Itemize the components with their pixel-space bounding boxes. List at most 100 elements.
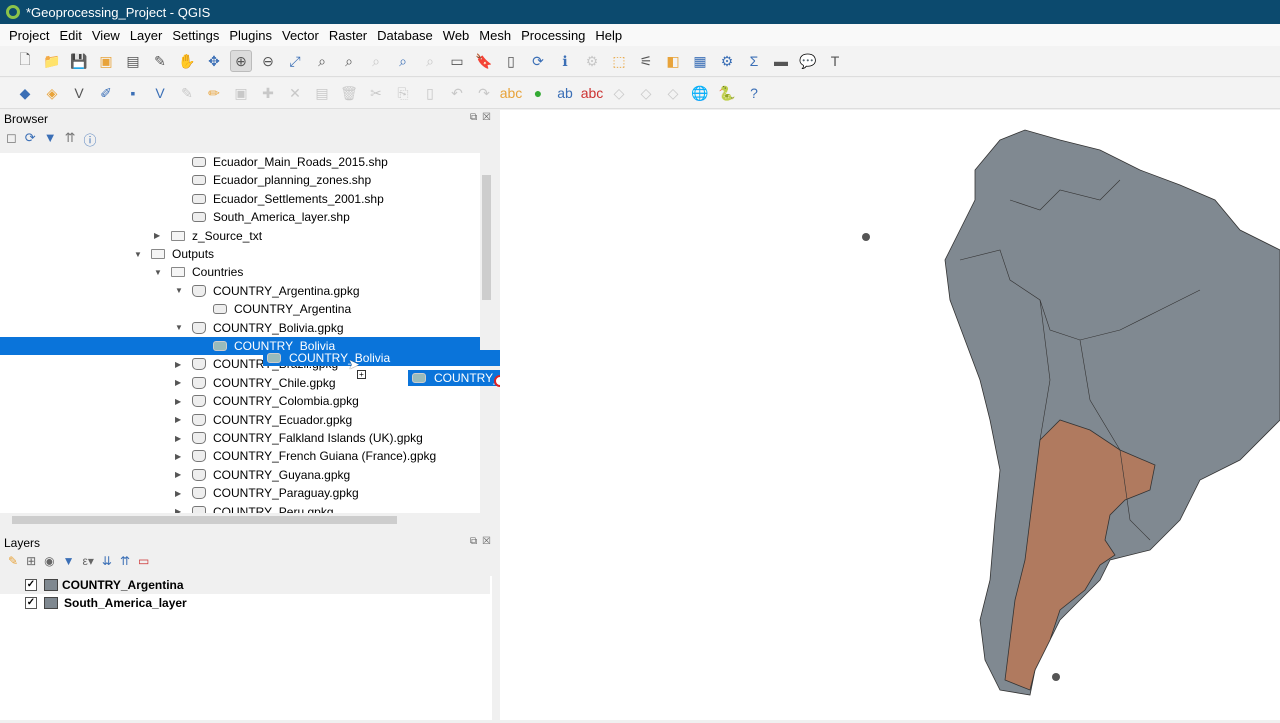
show-bookmarks-icon[interactable]: ▯ bbox=[500, 50, 522, 72]
expand-arrow-icon[interactable]: ▶ bbox=[175, 397, 181, 406]
remove-layer-icon[interactable]: ▭ bbox=[138, 554, 149, 568]
new-map-view-icon[interactable]: ▭ bbox=[446, 50, 468, 72]
browser-tree-item[interactable]: ▼ Countries bbox=[0, 263, 480, 281]
show-hide-labels-icon[interactable]: abc bbox=[581, 82, 604, 104]
manage-map-themes-icon[interactable]: ◉ bbox=[44, 554, 54, 568]
menu-vector[interactable]: Vector bbox=[277, 28, 324, 43]
new-print-layout-icon[interactable]: ▣ bbox=[95, 50, 117, 72]
new-virtual-layer-icon[interactable]: V bbox=[149, 82, 171, 104]
zoom-to-layer-icon[interactable]: ⌕ bbox=[338, 50, 360, 72]
collapse-arrow-icon[interactable]: ▼ bbox=[154, 268, 162, 277]
map-tips-icon[interactable]: 💬 bbox=[797, 50, 819, 72]
browser-tree-item[interactable]: ▶ COUNTRY_Ecuador.gpkg bbox=[0, 411, 480, 429]
cut-features-icon[interactable]: ✂ bbox=[365, 82, 387, 104]
float-panel-icon[interactable]: ⧉ bbox=[470, 112, 477, 123]
add-group-icon[interactable]: ⊞ bbox=[26, 554, 36, 568]
browser-tree-item[interactable]: ▶ COUNTRY_Peru.gpkg bbox=[0, 503, 480, 513]
open-layer-styling-icon[interactable]: ✎ bbox=[8, 554, 18, 568]
add-feature-icon[interactable]: ✚ bbox=[257, 82, 279, 104]
browser-tree-item[interactable]: ▶ z_Source_txt bbox=[0, 227, 480, 245]
move-label-icon[interactable]: ◇ bbox=[608, 82, 630, 104]
filter-icon[interactable]: ▼ bbox=[44, 130, 57, 149]
select-by-value-icon[interactable]: ⚟ bbox=[635, 50, 657, 72]
browser-vertical-scrollbar[interactable] bbox=[480, 153, 493, 513]
close-panel-icon[interactable]: ☒ bbox=[482, 536, 491, 547]
browser-tree-item[interactable]: Ecuador_planning_zones.shp bbox=[0, 171, 480, 189]
filter-by-expression-icon[interactable]: ε▾ bbox=[83, 554, 94, 568]
menu-help[interactable]: Help bbox=[590, 28, 627, 43]
menu-database[interactable]: Database bbox=[372, 28, 438, 43]
zoom-to-selection-icon[interactable]: ⌕ bbox=[311, 50, 333, 72]
attribute-table-icon[interactable]: ▦ bbox=[689, 50, 711, 72]
new-temporary-layer-icon[interactable]: ▪ bbox=[122, 82, 144, 104]
zoom-last-icon[interactable]: ⌕ bbox=[392, 50, 414, 72]
collapse-arrow-icon[interactable]: ▼ bbox=[134, 250, 142, 259]
collapse-all-icon[interactable]: ⇈ bbox=[65, 130, 76, 149]
zoom-out-icon[interactable]: ⊖ bbox=[257, 50, 279, 72]
menu-mesh[interactable]: Mesh bbox=[474, 28, 516, 43]
collapse-arrow-icon[interactable]: ▼ bbox=[175, 323, 183, 332]
float-panel-icon[interactable]: ⧉ bbox=[470, 536, 477, 547]
zoom-in-icon[interactable]: ⊕ bbox=[230, 50, 252, 72]
redo-icon[interactable]: ↷ bbox=[473, 82, 495, 104]
toggle-editing-icon[interactable]: ✏ bbox=[203, 82, 225, 104]
modify-attributes-icon[interactable]: ▤ bbox=[311, 82, 333, 104]
new-geopackage-layer-icon[interactable]: ◈ bbox=[41, 82, 63, 104]
collapse-all-icon[interactable]: ⇈ bbox=[120, 554, 130, 568]
rotate-label-icon[interactable]: ◇ bbox=[635, 82, 657, 104]
menu-plugins[interactable]: Plugins bbox=[224, 28, 277, 43]
browser-tree-item[interactable]: ▼ Outputs bbox=[0, 245, 480, 263]
expand-arrow-icon[interactable]: ▶ bbox=[154, 231, 160, 240]
new-bookmark-icon[interactable]: 🔖 bbox=[473, 50, 495, 72]
diagram-tool-icon[interactable]: ● bbox=[527, 82, 549, 104]
toolbox-icon[interactable]: ⚙ bbox=[716, 50, 738, 72]
new-project-icon[interactable]: 🗋 bbox=[14, 50, 36, 72]
delete-selected-icon[interactable]: 🗑 bbox=[338, 82, 360, 104]
browser-tree-item[interactable]: ▼ COUNTRY_Argentina.gpkg bbox=[0, 282, 480, 300]
zoom-native-icon[interactable]: ⌕ bbox=[365, 50, 387, 72]
layer-visibility-checkbox[interactable]: ✓ bbox=[25, 579, 37, 591]
menu-processing[interactable]: Processing bbox=[516, 28, 590, 43]
browser-tree-item[interactable]: ▶ COUNTRY_Guyana.gpkg bbox=[0, 466, 480, 484]
browser-tree-item[interactable]: ▶ COUNTRY_Colombia.gpkg bbox=[0, 392, 480, 410]
help-icon[interactable]: ? bbox=[743, 82, 765, 104]
plugin-globe-icon[interactable]: 🌐 bbox=[689, 82, 711, 104]
action-icon[interactable]: ⚙ bbox=[581, 50, 603, 72]
browser-tree-item[interactable]: Ecuador_Settlements_2001.shp bbox=[0, 190, 480, 208]
current-edits-icon[interactable]: ✎ bbox=[176, 82, 198, 104]
paste-features-icon[interactable]: ▯ bbox=[419, 82, 441, 104]
browser-tree-item[interactable]: ▶ COUNTRY_French Guiana (France).gpkg bbox=[0, 447, 480, 465]
browser-tree-item[interactable]: ▶ COUNTRY_Paraguay.gpkg bbox=[0, 484, 480, 502]
menu-project[interactable]: Project bbox=[4, 28, 54, 43]
style-manager-icon[interactable]: ✎ bbox=[149, 50, 171, 72]
menu-web[interactable]: Web bbox=[438, 28, 475, 43]
close-panel-icon[interactable]: ☒ bbox=[482, 112, 491, 123]
data-source-manager-icon[interactable]: ◆ bbox=[14, 82, 36, 104]
layout-manager-icon[interactable]: ▤ bbox=[122, 50, 144, 72]
menu-layer[interactable]: Layer bbox=[125, 28, 168, 43]
menu-raster[interactable]: Raster bbox=[324, 28, 372, 43]
menu-edit[interactable]: Edit bbox=[54, 28, 86, 43]
expand-arrow-icon[interactable]: ▶ bbox=[175, 489, 181, 498]
browser-tree-item[interactable]: ▼ COUNTRY_Bolivia.gpkg bbox=[0, 319, 480, 337]
info-icon[interactable]: ⓘ bbox=[83, 130, 96, 149]
browser-tree-item[interactable]: Ecuador_Main_Roads_2015.shp bbox=[0, 153, 480, 171]
measure-icon[interactable]: ▬ bbox=[770, 50, 792, 72]
expand-arrow-icon[interactable]: ▶ bbox=[175, 452, 181, 461]
zoom-full-icon[interactable]: ⤢ bbox=[284, 50, 306, 72]
vertex-tool-icon[interactable]: ✕ bbox=[284, 82, 306, 104]
pin-labels-icon[interactable]: ab bbox=[554, 82, 576, 104]
refresh-icon[interactable]: ⟳ bbox=[25, 130, 36, 149]
open-project-icon[interactable]: 📁 bbox=[41, 50, 63, 72]
copy-features-icon[interactable]: ⎘ bbox=[392, 82, 414, 104]
save-edits-icon[interactable]: ▣ bbox=[230, 82, 252, 104]
menu-settings[interactable]: Settings bbox=[167, 28, 224, 43]
new-shapefile-layer-icon[interactable]: V bbox=[68, 82, 90, 104]
select-features-icon[interactable]: ⬚ bbox=[608, 50, 630, 72]
expand-arrow-icon[interactable]: ▶ bbox=[175, 360, 181, 369]
python-console-icon[interactable]: 🐍 bbox=[716, 82, 738, 104]
zoom-next-icon[interactable]: ⌕ bbox=[419, 50, 441, 72]
expand-arrow-icon[interactable]: ▶ bbox=[175, 470, 181, 479]
browser-tree-item[interactable]: COUNTRY_Argentina bbox=[0, 300, 480, 318]
undo-icon[interactable]: ↶ bbox=[446, 82, 468, 104]
